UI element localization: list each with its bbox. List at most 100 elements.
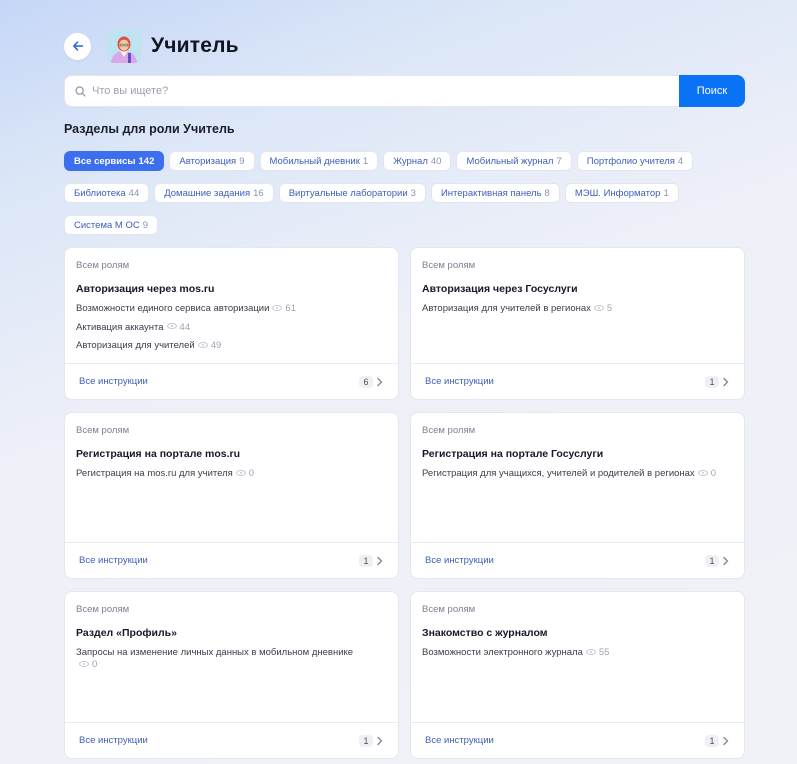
chip-count: 40 (430, 155, 442, 167)
chip-count: 9 (239, 155, 245, 167)
view-count: 55 (598, 647, 610, 658)
card-expand-button[interactable]: 1 (705, 554, 730, 567)
chip-label: Портфолио учителя (586, 155, 675, 167)
instruction-link[interactable]: Запросы на изменение личных данных в моб… (76, 647, 374, 671)
instruction-text: Авторизация для учителей (76, 340, 195, 351)
service-card-auth-mos: Всем ролям Авторизация через mos.ru Возм… (64, 247, 399, 400)
card-title: Регистрация на портале mos.ru (76, 448, 241, 460)
section-title: Разделы для роли Учитель (64, 122, 235, 136)
eye-icon (197, 341, 208, 348)
card-title: Раздел «Профиль» (76, 627, 177, 639)
instruction-count-badge: 1 (705, 554, 719, 567)
chip-homework[interactable]: Домашние задания 16 (154, 183, 274, 203)
chip-journal[interactable]: Журнал 40 (383, 151, 452, 171)
card-footer: Все инструкции 1 (65, 542, 398, 578)
instruction-text: Регистрация на mos.ru для учителя (76, 468, 233, 479)
search-button[interactable]: Поиск (679, 75, 745, 107)
card-expand-button[interactable]: 6 (359, 375, 384, 388)
instruction-text: Возможности единого сервиса авторизации (76, 303, 270, 314)
all-instructions-link[interactable]: Все инструкции (425, 555, 494, 566)
chip-count: 4 (677, 155, 684, 167)
page-title: Учитель (151, 34, 239, 57)
chip-mobile-diary[interactable]: Мобильный дневник 1 (259, 151, 379, 171)
service-card-auth-gosuslugi: Всем ролям Авторизация через Госуслуги А… (410, 247, 745, 400)
search-input[interactable] (92, 85, 636, 97)
card-title: Знакомство с журналом (422, 627, 548, 639)
chip-mobile-journal[interactable]: Мобильный журнал 7 (456, 151, 572, 171)
chip-label: Интерактивная панель (440, 187, 542, 199)
eye-icon (585, 648, 596, 655)
instruction-text: Активация аккаунта (76, 321, 164, 333)
chip-label: Журнал (393, 155, 428, 167)
card-title: Регистрация на портале Госуслуги (422, 448, 604, 460)
instruction-link[interactable]: Активация аккаунта 44 (76, 322, 374, 334)
card-footer: Все инструкции 6 (65, 363, 398, 399)
chip-count: 1 (663, 187, 669, 199)
card-expand-button[interactable]: 1 (705, 375, 730, 388)
all-instructions-link[interactable]: Все инструкции (425, 376, 494, 387)
search-field[interactable] (64, 75, 679, 107)
eye-icon (166, 323, 177, 330)
instruction-link[interactable]: Возможности электронного журнала 55 (422, 647, 720, 659)
chip-label: Все сервисы (74, 155, 136, 167)
chip-teacher-portfolio[interactable]: Портфолио учителя 4 (576, 151, 694, 171)
instruction-text: Возможности электронного журнала (422, 647, 583, 658)
chevron-right-icon (377, 377, 383, 386)
page-header: Учитель (64, 29, 239, 63)
instruction-link[interactable]: Возможности единого сервиса авторизации 6… (76, 303, 374, 315)
chip-label: Мобильный дневник (269, 155, 360, 167)
eye-icon (697, 469, 708, 476)
instruction-link[interactable]: Регистрация для учащихся, учителей и род… (422, 468, 720, 480)
view-count: 49 (210, 340, 222, 351)
chip-system-mos[interactable]: Система М ОС 9 (64, 215, 158, 235)
chip-count: 8 (544, 187, 550, 199)
chip-all-services[interactable]: Все сервисы 142 (64, 151, 165, 171)
chip-library[interactable]: Библиотека 44 (64, 183, 150, 203)
instruction-link[interactable]: Авторизация для учителей 49 (76, 340, 374, 352)
arrow-left-icon (72, 41, 83, 51)
search-icon (75, 85, 86, 97)
eye-icon (235, 469, 246, 476)
chip-count: 44 (128, 187, 140, 199)
all-instructions-link[interactable]: Все инструкции (79, 376, 148, 387)
all-instructions-link[interactable]: Все инструкции (79, 555, 148, 566)
service-card-registration-mos: Всем ролям Регистрация на портале mos.ru… (64, 412, 399, 579)
card-role: Всем ролям (76, 260, 130, 271)
card-footer: Все инструкции 1 (411, 363, 744, 399)
chevron-right-icon (723, 377, 729, 386)
chip-interactive-panel[interactable]: Интерактивная панель 8 (430, 183, 560, 203)
chip-authorization[interactable]: Авторизация 9 (169, 151, 255, 171)
all-instructions-link[interactable]: Все инструкции (425, 735, 494, 746)
card-expand-button[interactable]: 1 (359, 734, 384, 747)
chip-count: 1 (362, 155, 369, 167)
all-instructions-link[interactable]: Все инструкции (79, 735, 148, 746)
search-bar: Поиск (64, 75, 745, 107)
card-role: Всем ролям (422, 260, 476, 271)
chevron-right-icon (723, 556, 729, 565)
view-count: 61 (285, 303, 296, 314)
instruction-count-badge: 1 (359, 554, 373, 567)
category-chips: Все сервисы 142 Авторизация 9 Мобильный дн… (64, 151, 754, 241)
chip-mesh-informer[interactable]: МЭШ. Информатор 1 (564, 183, 679, 203)
chip-label: Виртуальные лаборатории (288, 187, 408, 199)
card-role: Всем ролям (76, 425, 130, 436)
instruction-count-badge: 1 (705, 375, 719, 388)
instruction-link[interactable]: Авторизация для учителей в регионах 5 (422, 303, 720, 315)
card-title: Авторизация через mos.ru (76, 283, 215, 295)
view-count: 44 (179, 321, 191, 333)
back-button[interactable] (64, 32, 91, 60)
teacher-avatar (107, 29, 141, 63)
card-expand-button[interactable]: 1 (705, 734, 730, 747)
instruction-count-badge: 1 (359, 734, 373, 747)
card-expand-button[interactable]: 1 (359, 554, 384, 567)
chip-count: 9 (142, 219, 148, 231)
chevron-right-icon (377, 736, 383, 745)
instruction-text: Запросы на изменение личных данных в моб… (76, 647, 354, 658)
card-role: Всем ролям (76, 604, 130, 615)
chip-virtual-labs[interactable]: Виртуальные лаборатории 3 (278, 183, 426, 203)
chip-count: 3 (410, 187, 416, 199)
chip-label: Система М ОС (74, 219, 140, 231)
instruction-text: Авторизация для учителей в регионах (422, 303, 591, 314)
instruction-link[interactable]: Регистрация на mos.ru для учителя 0 (76, 468, 374, 480)
chevron-right-icon (377, 556, 383, 565)
